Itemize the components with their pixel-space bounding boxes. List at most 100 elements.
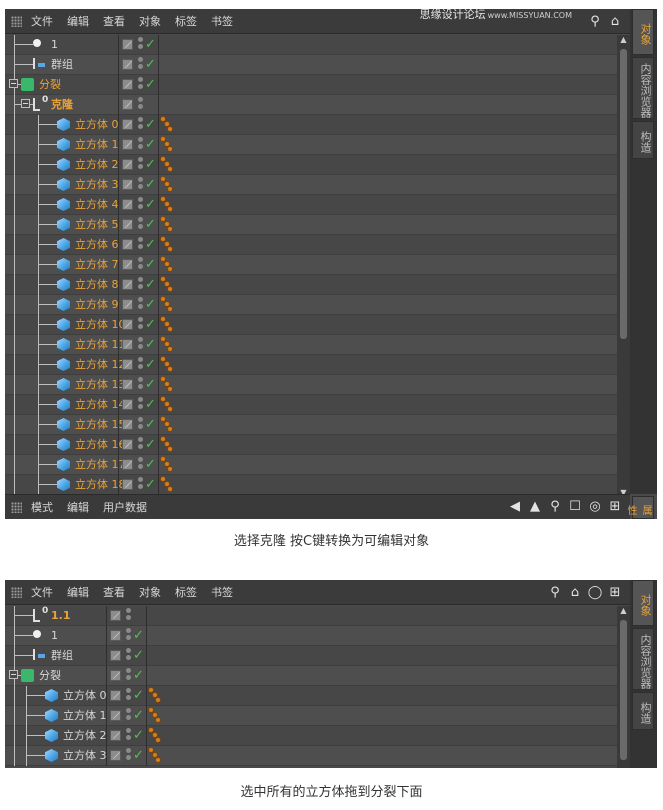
object-name[interactable]: 立方体 1 — [63, 706, 107, 725]
search-icon[interactable]: ⚲ — [548, 585, 562, 600]
enabled-check-icon[interactable]: ✓ — [145, 116, 156, 133]
object-name[interactable]: 立方体 6 — [75, 235, 119, 254]
visibility-dots-icon[interactable] — [138, 317, 143, 332]
object-name[interactable]: 立方体 3 — [63, 746, 107, 765]
tab-attributes[interactable]: 属性 — [625, 496, 654, 519]
object-name[interactable]: 立方体 7 — [75, 255, 119, 274]
tag-icon[interactable] — [160, 116, 174, 134]
table-row[interactable]: 1 ✓ — [5, 35, 617, 55]
table-row[interactable]: 群组 ✓ — [5, 646, 617, 666]
grip-handle-icon[interactable] — [11, 16, 22, 27]
menu-item[interactable]: 编辑 — [67, 495, 89, 519]
layer-flag-icon[interactable] — [122, 219, 133, 230]
visibility-dots-icon[interactable] — [138, 217, 143, 232]
object-name[interactable]: 分裂 — [39, 75, 61, 94]
tag-icon[interactable] — [148, 727, 162, 745]
search-icon[interactable]: ⚲ — [548, 499, 562, 514]
visibility-dots-icon[interactable] — [138, 377, 143, 392]
enabled-check-icon[interactable]: ✓ — [145, 316, 156, 333]
object-name[interactable]: 立方体 1 — [75, 135, 119, 154]
table-row[interactable]: 立方体 4 ✓ — [5, 195, 617, 215]
visibility-dots-icon[interactable] — [138, 357, 143, 372]
enabled-check-icon[interactable]: ✓ — [145, 196, 156, 213]
layer-flag-icon[interactable] — [122, 459, 133, 470]
home-icon[interactable]: ⌂ — [568, 585, 582, 600]
layer-flag-icon[interactable] — [122, 79, 133, 90]
tag-icon[interactable] — [160, 416, 174, 434]
table-row[interactable]: 立方体 5 ✓ — [5, 215, 617, 235]
layer-flag-icon[interactable] — [122, 399, 133, 410]
table-row[interactable]: 立方体 7 ✓ — [5, 255, 617, 275]
visibility-dots-icon[interactable] — [138, 57, 143, 72]
menu-item[interactable]: 对象 — [139, 9, 161, 34]
table-row[interactable]: 1 ✓ — [5, 626, 617, 646]
tag-icon[interactable] — [160, 256, 174, 274]
visibility-icon[interactable]: ◯ — [588, 585, 603, 600]
object-name[interactable]: 1 — [51, 626, 58, 645]
object-name[interactable]: 1 — [51, 35, 58, 54]
tag-icon[interactable] — [160, 196, 174, 214]
object-name[interactable]: 群组 — [51, 55, 73, 74]
object-name[interactable]: 立方体 2 — [63, 726, 107, 745]
layer-flag-icon[interactable] — [122, 119, 133, 130]
layer-flag-icon[interactable] — [110, 650, 121, 661]
menu-item[interactable]: 文件 — [31, 580, 53, 605]
side-tab[interactable]: 对象 — [632, 9, 654, 55]
enabled-check-icon[interactable]: ✓ — [133, 727, 144, 744]
visibility-dots-icon[interactable] — [126, 728, 131, 743]
visibility-dots-icon[interactable] — [138, 477, 143, 492]
table-row[interactable]: 立方体 0 ✓ — [5, 686, 617, 706]
new-panel-icon[interactable]: ⊞ — [608, 499, 622, 514]
layer-flag-icon[interactable] — [122, 359, 133, 370]
menu-item[interactable]: 标签 — [175, 9, 197, 34]
tag-icon[interactable] — [160, 276, 174, 294]
table-row[interactable]: 立方体 11 ✓ — [5, 335, 617, 355]
up-arrow-icon[interactable]: ▲ — [528, 499, 542, 514]
side-tab[interactable]: 对象 — [632, 580, 654, 626]
object-name[interactable]: 立方体 5 — [75, 215, 119, 234]
tag-icon[interactable] — [160, 156, 174, 174]
table-row[interactable]: 群组 ✓ — [5, 55, 617, 75]
enabled-check-icon[interactable]: ✓ — [145, 176, 156, 193]
layer-flag-icon[interactable] — [122, 319, 133, 330]
visibility-dots-icon[interactable] — [138, 97, 143, 112]
enabled-check-icon[interactable]: ✓ — [133, 747, 144, 764]
enabled-check-icon[interactable]: ✓ — [133, 647, 144, 664]
visibility-dots-icon[interactable] — [126, 628, 131, 643]
visibility-dots-icon[interactable] — [138, 457, 143, 472]
layer-flag-icon[interactable] — [122, 139, 133, 150]
object-name[interactable]: 立方体 0 — [63, 686, 107, 705]
layer-flag-icon[interactable] — [122, 379, 133, 390]
visibility-dots-icon[interactable] — [138, 277, 143, 292]
side-tab[interactable]: 内容浏览器 — [632, 57, 654, 119]
visibility-dots-icon[interactable] — [126, 608, 131, 623]
table-row[interactable]: 立方体 14 ✓ — [5, 395, 617, 415]
grip-handle-icon[interactable] — [11, 502, 22, 513]
tag-icon[interactable] — [160, 176, 174, 194]
menu-item[interactable]: 模式 — [31, 495, 53, 519]
layer-flag-icon[interactable] — [110, 710, 121, 721]
visibility-dots-icon[interactable] — [126, 748, 131, 763]
menu-item[interactable]: 编辑 — [67, 580, 89, 605]
enabled-check-icon[interactable]: ✓ — [145, 136, 156, 153]
object-name[interactable]: 立方体 8 — [75, 275, 119, 294]
visibility-dots-icon[interactable] — [126, 668, 131, 683]
table-row[interactable]: 立方体 13 ✓ — [5, 375, 617, 395]
enabled-check-icon[interactable]: ✓ — [133, 687, 144, 704]
visibility-dots-icon[interactable] — [126, 688, 131, 703]
table-row[interactable]: 立方体 3 ✓ — [5, 746, 617, 766]
layer-flag-icon[interactable] — [122, 179, 133, 190]
visibility-dots-icon[interactable] — [138, 197, 143, 212]
enabled-check-icon[interactable]: ✓ — [145, 236, 156, 253]
menu-item[interactable]: 标签 — [175, 580, 197, 605]
table-row[interactable]: 立方体 0 ✓ — [5, 115, 617, 135]
grip-handle-icon[interactable] — [11, 587, 22, 598]
tag-icon[interactable] — [148, 747, 162, 765]
layer-flag-icon[interactable] — [110, 630, 121, 641]
visibility-dots-icon[interactable] — [138, 257, 143, 272]
table-row[interactable]: 立方体 16 ✓ — [5, 435, 617, 455]
tag-icon[interactable] — [160, 476, 174, 494]
table-row[interactable]: 立方体 18 ✓ — [5, 475, 617, 495]
layer-flag-icon[interactable] — [122, 239, 133, 250]
table-row[interactable]: 立方体 1 ✓ — [5, 706, 617, 726]
